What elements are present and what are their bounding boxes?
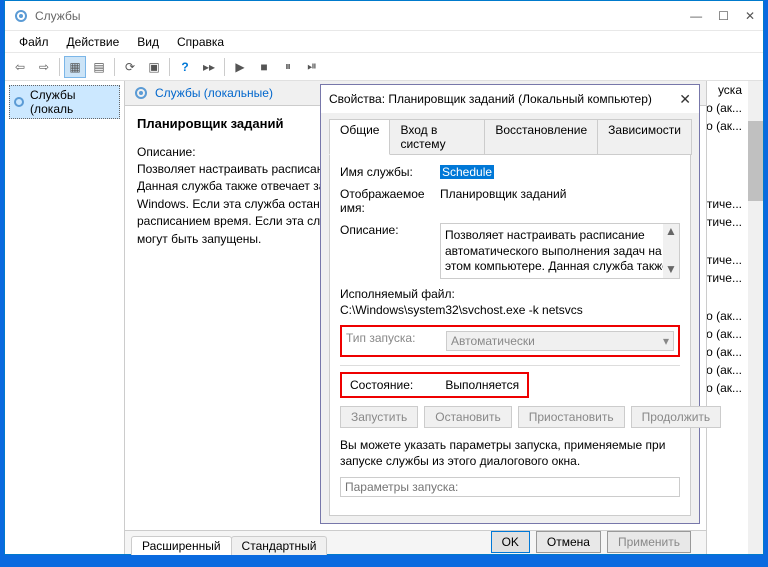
list-item[interactable]: тиче...	[707, 213, 748, 231]
main-titlebar[interactable]: Службы — ☐ ✕	[5, 1, 763, 31]
tab-recovery[interactable]: Восстановление	[484, 119, 598, 155]
executable-label: Исполняемый файл:	[340, 287, 455, 301]
tree-root-services[interactable]: Службы (локаль	[9, 85, 120, 119]
display-name-label: Отображаемое имя:	[340, 187, 440, 215]
startup-type-highlight: Тип запуска: Автоматически ▾	[340, 325, 680, 357]
gear-icon	[12, 95, 26, 109]
dialog-titlebar[interactable]: Свойства: Планировщик заданий (Локальный…	[321, 85, 699, 113]
list-item[interactable]: о (ак...	[707, 307, 748, 325]
list-item[interactable]: о (ак...	[707, 325, 748, 343]
service-name-label: Имя службы:	[340, 165, 440, 179]
dialog-body: Имя службы: Schedule Отображаемое имя: П…	[329, 154, 691, 516]
list-item[interactable]: о (ак...	[707, 343, 748, 361]
list-item[interactable]: тиче...	[707, 269, 748, 287]
toolbar: ⇦ ⇨ ▦ ▤ ⟳ ▣ ? ▸▸ ▶ ■ ⏸ ⏯	[5, 53, 763, 81]
menu-file[interactable]: Файл	[11, 33, 57, 51]
service-properties-dialog: Свойства: Планировщик заданий (Локальный…	[320, 84, 700, 524]
toolbar-extra-button[interactable]: ▸▸	[198, 56, 220, 78]
maximize-button[interactable]: ☐	[718, 9, 729, 23]
state-value: Выполняется	[445, 378, 519, 392]
startup-type-value: Автоматически	[451, 334, 535, 348]
dialog-description-text: Позволяет настраивать расписание автомат…	[445, 228, 669, 279]
minimize-button[interactable]: —	[690, 9, 702, 23]
dialog-tabs: Общие Вход в систему Восстановление Зави…	[321, 113, 699, 155]
menubar: Файл Действие Вид Справка	[5, 31, 763, 53]
stop-service-button[interactable]: ■	[253, 56, 275, 78]
state-label: Состояние:	[350, 378, 442, 392]
help-button[interactable]: ?	[174, 56, 196, 78]
dialog-footer: OK Отмена Применить	[321, 525, 699, 559]
close-button[interactable]: ✕	[745, 9, 755, 23]
list-item[interactable]: тиче...	[707, 251, 748, 269]
details-header-label: Службы (локальные)	[155, 86, 273, 100]
display-name-value: Планировщик заданий	[440, 187, 680, 201]
tab-general[interactable]: Общие	[329, 119, 390, 155]
back-button[interactable]: ⇦	[9, 56, 31, 78]
console-tree: Службы (локаль	[5, 81, 125, 554]
service-state-highlight: Состояние: Выполняется	[340, 372, 529, 398]
menu-view[interactable]: Вид	[129, 33, 167, 51]
apply-button[interactable]: Применить	[607, 531, 691, 553]
forward-button[interactable]: ⇨	[33, 56, 55, 78]
list-item[interactable]: о (ак...	[707, 379, 748, 397]
list-item[interactable]: уска	[707, 81, 748, 99]
start-button[interactable]: Запустить	[340, 406, 418, 428]
gear-icon	[133, 85, 149, 101]
services-app-icon	[13, 8, 29, 24]
properties-button[interactable]: ▣	[143, 56, 165, 78]
resume-button[interactable]: Продолжить	[631, 406, 722, 428]
startup-type-label: Тип запуска:	[346, 331, 446, 345]
menu-help[interactable]: Справка	[169, 33, 232, 51]
scrollbar-vertical[interactable]	[748, 81, 763, 554]
list-item[interactable]: о (ак...	[707, 99, 748, 117]
dialog-description-box[interactable]: Позволяет настраивать расписание автомат…	[440, 223, 680, 279]
chevron-down-icon: ▾	[663, 334, 669, 348]
list-item[interactable]: тиче...	[707, 195, 748, 213]
start-service-button[interactable]: ▶	[229, 56, 251, 78]
executable-path: C:\Windows\system32\svchost.exe -k netsv…	[340, 303, 583, 317]
main-title: Службы	[35, 9, 690, 23]
params-hint: Вы можете указать параметры запуска, при…	[340, 438, 680, 469]
service-name-value[interactable]: Schedule	[440, 165, 494, 179]
list-item[interactable]: о (ак...	[707, 117, 748, 135]
cancel-button[interactable]: Отмена	[536, 531, 601, 553]
dialog-title: Свойства: Планировщик заданий (Локальный…	[329, 92, 679, 106]
description-scrollbar[interactable]: ▲▼	[663, 224, 679, 278]
tab-logon[interactable]: Вход в систему	[389, 119, 485, 155]
menu-action[interactable]: Действие	[59, 33, 128, 51]
stop-button[interactable]: Остановить	[424, 406, 512, 428]
show-hide-tree-button[interactable]: ▦	[64, 56, 86, 78]
startup-type-combo[interactable]: Автоматически ▾	[446, 331, 674, 351]
tab-extended[interactable]: Расширенный	[131, 536, 232, 555]
pause-service-button[interactable]: ⏸	[277, 56, 299, 78]
list-item[interactable]: о (ак...	[707, 361, 748, 379]
dialog-close-button[interactable]: ✕	[679, 91, 691, 108]
tab-standard[interactable]: Стандартный	[231, 536, 328, 555]
export-list-button[interactable]: ▤	[88, 56, 110, 78]
tree-root-label: Службы (локаль	[30, 88, 117, 116]
restart-service-button[interactable]: ⏯	[301, 56, 323, 78]
pause-button[interactable]: Приостановить	[518, 406, 625, 428]
startup-params-input[interactable]	[340, 477, 680, 497]
tab-dependencies[interactable]: Зависимости	[597, 119, 692, 155]
refresh-button[interactable]: ⟳	[119, 56, 141, 78]
dialog-description-label: Описание:	[340, 223, 440, 237]
ok-button[interactable]: OK	[491, 531, 530, 553]
